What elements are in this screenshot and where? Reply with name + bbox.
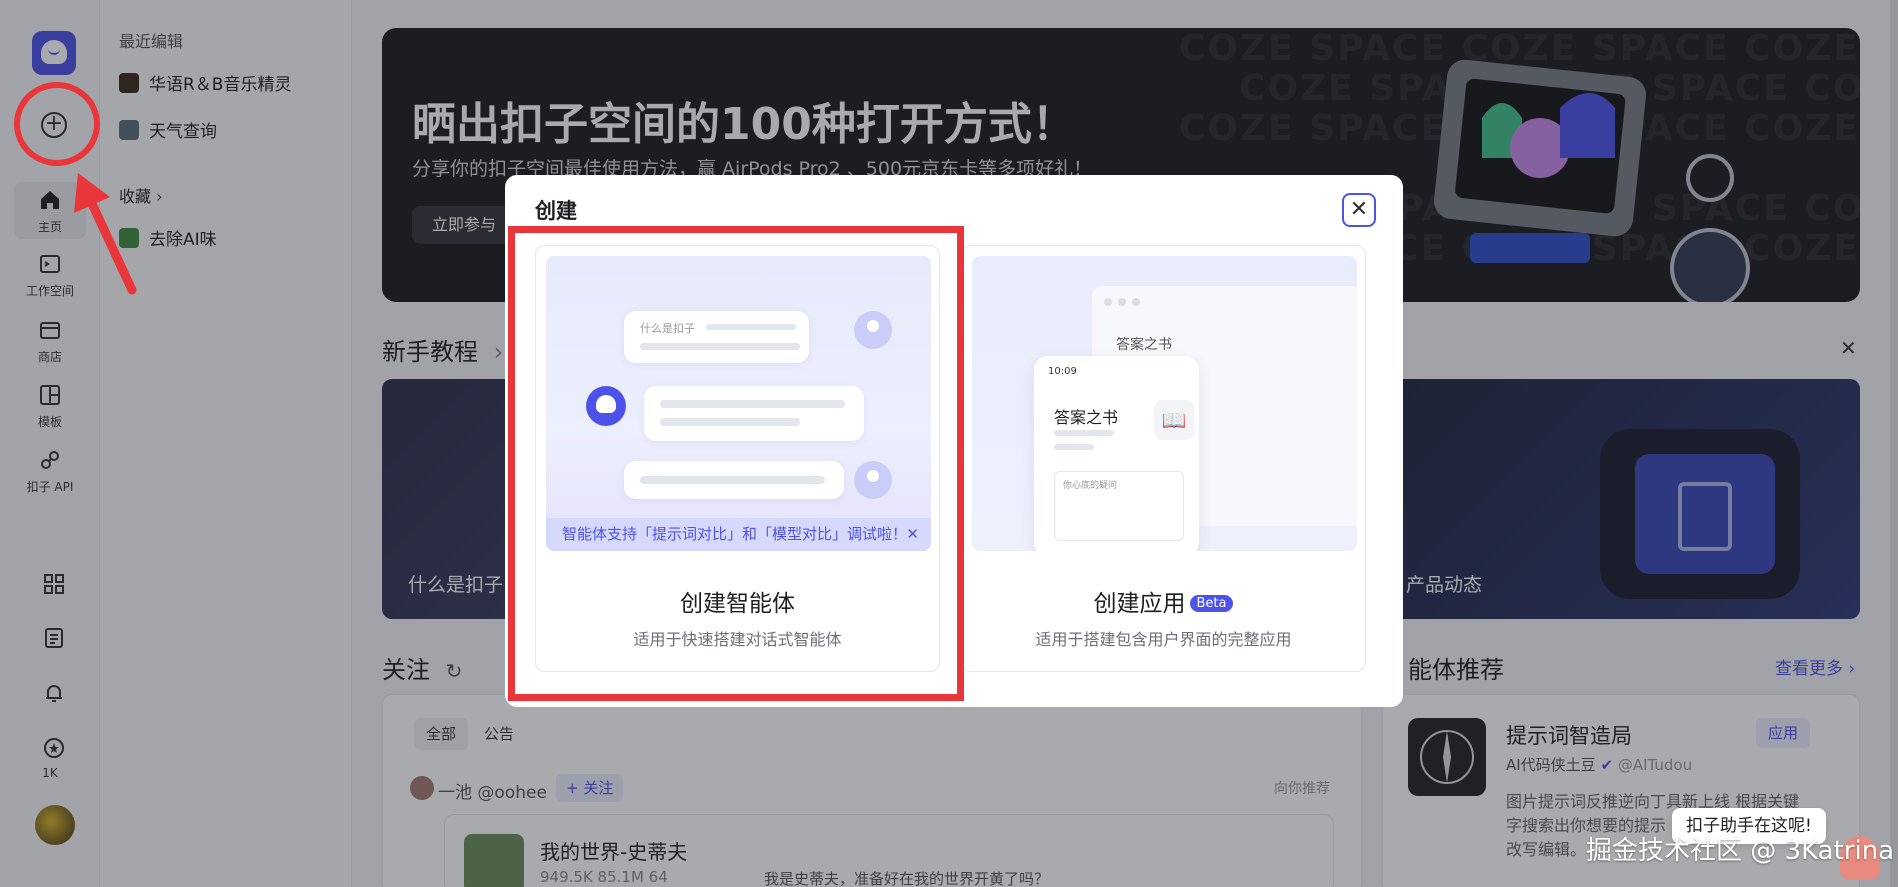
annotation-arrow-icon	[74, 173, 137, 295]
app-title-bg: 答案之书	[1116, 337, 1172, 353]
close-icon[interactable]: ✕	[1342, 193, 1376, 227]
app-preview: 答案之书 10:09 答案之书 📖 你心底的疑问	[972, 256, 1357, 551]
create-app-option[interactable]: 答案之书 10:09 答案之书 📖 你心底的疑问 创建应用 Beta 适用于搭建包…	[961, 245, 1366, 672]
option-title: 创建应用 Beta	[962, 584, 1365, 618]
modal-title: 创建	[535, 199, 577, 223]
option-desc: 适用于搭建包含用户界面的完整应用	[1035, 630, 1292, 649]
watermark-text: 掘金技术社区 @ 3Katrina	[1586, 836, 1895, 866]
phone-time: 10:09	[1048, 366, 1077, 377]
question-input: 你心底的疑问	[1054, 471, 1184, 541]
option-title-text: 创建应用	[1093, 591, 1186, 617]
annotation-circle	[14, 82, 100, 166]
question-placeholder: 你心底的疑问	[1063, 481, 1118, 491]
book-icon: 📖	[1154, 400, 1194, 440]
app-title: 答案之书	[1054, 408, 1119, 427]
beta-badge: Beta	[1189, 595, 1234, 612]
phone-mock: 10:09 答案之书 📖 你心底的疑问	[1034, 356, 1199, 551]
annotation-highlight-box	[508, 226, 964, 701]
